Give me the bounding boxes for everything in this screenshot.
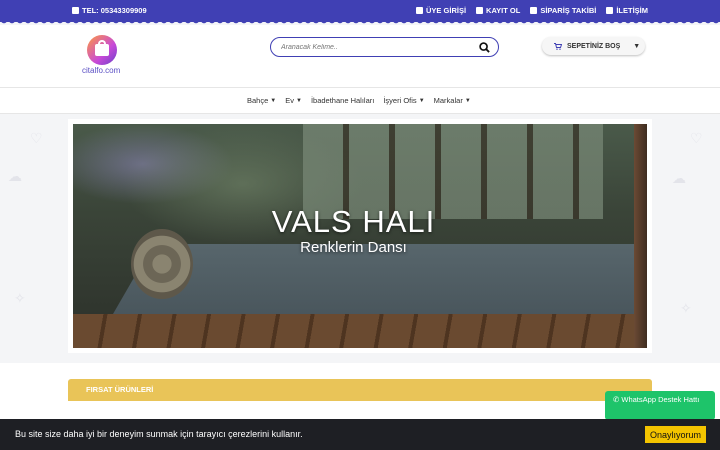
caret-down-icon: ▼ — [296, 97, 302, 104]
sign-in-icon — [416, 7, 424, 14]
register-link[interactable]: KAYIT OL — [476, 6, 520, 15]
phone-text: TEL: 05343309909 — [82, 6, 147, 15]
phone-contact[interactable]: TEL: 05343309909 — [72, 6, 147, 15]
truck-icon — [530, 7, 538, 14]
search-bar — [270, 37, 499, 57]
nav-item-ev[interactable]: Ev ▼ — [285, 96, 302, 105]
top-bar: TEL: 05343309909 ÜYE GİRİŞİ KAYIT OL SİP… — [0, 0, 720, 22]
next-slide-preview — [634, 124, 647, 348]
logo-text: citalfo.com — [82, 66, 121, 75]
whatsapp-label: WhatsApp Destek Hattı — [621, 395, 700, 404]
cloud-icon: ☁ — [672, 170, 686, 186]
cloud-icon: ☁ — [8, 168, 22, 184]
phone-icon — [72, 7, 79, 14]
hero-banner[interactable]: VALS HALI Renklerin Dansı — [73, 124, 634, 348]
cart-label: SEPETİNİZ BOŞ — [567, 42, 621, 50]
order-tracking-link[interactable]: SİPARİŞ TAKİBİ — [530, 6, 596, 15]
cart-button[interactable]: SEPETİNİZ BOŞ ▼ — [542, 37, 645, 55]
account-links: ÜYE GİRİŞİ KAYIT OL SİPARİŞ TAKİBİ İLETİ… — [416, 6, 648, 15]
user-plus-icon — [476, 7, 484, 14]
search-icon[interactable] — [479, 42, 490, 53]
caret-down-icon: ▼ — [270, 97, 277, 104]
nav-item-markalar[interactable]: Markalar ▼ — [434, 96, 471, 105]
hero-floor-graphic — [73, 314, 634, 348]
caret-down-icon: ▼ — [418, 97, 425, 104]
star-icon: ✧ — [680, 300, 692, 316]
star-icon: ✧ — [14, 290, 26, 306]
whatsapp-icon: ✆ — [613, 395, 620, 404]
nav-item-isyeri-ofis[interactable]: İşyeri Ofis ▼ — [383, 96, 424, 105]
site-logo[interactable]: citalfo.com — [82, 35, 124, 77]
cookie-message: Bu site size daha iyi bir deneyim sunmak… — [15, 429, 303, 439]
hero-subtitle: Renklerin Dansı — [300, 239, 407, 256]
contact-link[interactable]: İLETİŞİM — [606, 6, 648, 15]
nav-item-ibadethane[interactable]: İbadethane Halıları — [311, 96, 374, 105]
heart-icon: ♡ — [690, 130, 703, 146]
phone-square-icon — [606, 7, 614, 14]
cart-icon — [554, 42, 562, 50]
caret-down-icon: ▼ — [633, 42, 641, 50]
deals-section-header: FIRSAT ÜRÜNLERİ — [68, 379, 652, 401]
nav-item-bahce[interactable]: Bahçe ▼ — [247, 96, 276, 105]
hero-title: VALS HALI — [271, 204, 436, 239]
heart-icon: ♡ — [30, 130, 43, 146]
cookie-banner: Bu site size daha iyi bir deneyim sunmak… — [0, 419, 720, 450]
cookie-accept-button[interactable]: Onaylıyorum — [645, 426, 706, 443]
shopping-bag-icon — [95, 44, 109, 56]
whatsapp-support-button[interactable]: ✆ WhatsApp Destek Hattı — [605, 391, 715, 420]
search-input[interactable] — [281, 41, 471, 54]
caret-down-icon: ▼ — [464, 97, 471, 104]
main-navigation: Bahçe ▼ Ev ▼ İbadethane Halıları İşyeri Of… — [0, 87, 720, 114]
login-link[interactable]: ÜYE GİRİŞİ — [416, 6, 466, 15]
site-header: citalfo.com SEPETİNİZ BOŞ ▼ — [0, 25, 720, 87]
